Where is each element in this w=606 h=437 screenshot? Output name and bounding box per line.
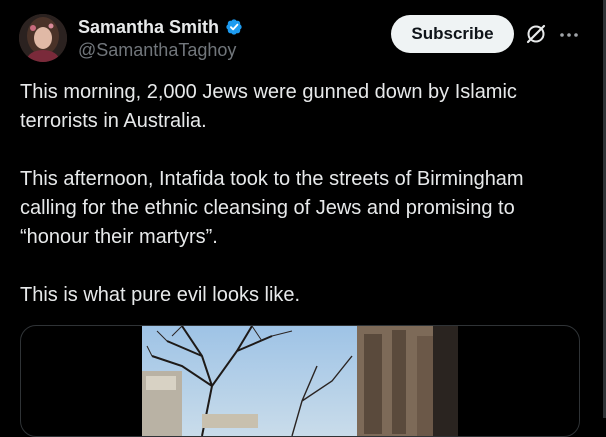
author-display-name[interactable]: Samantha Smith (78, 17, 219, 38)
tweet-paragraph: This morning, 2,000 Jews were gunned dow… (20, 81, 517, 132)
author-name-row[interactable]: Samantha Smith (78, 15, 244, 39)
tweet-paragraph: This is what pure evil looks like. (20, 284, 301, 306)
video-thumbnail[interactable] (142, 326, 458, 436)
grok-slash-circle-icon[interactable] (525, 23, 547, 45)
verified-badge-icon[interactable] (224, 17, 244, 37)
tweet-paragraph: This afternoon, Intafida took to the str… (20, 168, 524, 248)
media-container[interactable] (20, 325, 580, 437)
subscribe-button[interactable]: Subscribe (391, 15, 514, 53)
avatar[interactable] (19, 14, 67, 62)
author-handle[interactable]: @SamanthaTaghoy (78, 40, 236, 61)
tweet-text: This morning, 2,000 Jews were gunned dow… (20, 78, 580, 339)
more-horizontal-icon[interactable] (558, 24, 580, 46)
